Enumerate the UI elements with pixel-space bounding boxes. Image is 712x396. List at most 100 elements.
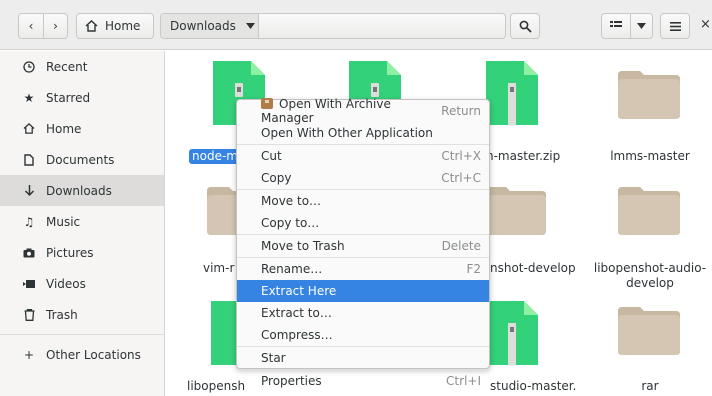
sidebar-item-label: Pictures bbox=[46, 245, 94, 260]
file-label: n-master.zip bbox=[486, 149, 561, 163]
sidebar-item-label: Music bbox=[46, 214, 81, 229]
view-mode-dropdown[interactable] bbox=[631, 13, 653, 39]
menu-item-label: Extract Here bbox=[261, 284, 337, 298]
path-bar: Downloads bbox=[160, 13, 506, 39]
download-icon bbox=[22, 184, 36, 197]
sidebar-item-starred[interactable]: ★ Starred bbox=[0, 82, 164, 113]
sidebar-item-label: Videos bbox=[46, 276, 86, 291]
menu-item-extract-here[interactable]: Extract Here bbox=[237, 280, 489, 302]
sidebar-item-videos[interactable]: Videos bbox=[0, 268, 164, 299]
search-button[interactable] bbox=[510, 13, 540, 39]
menu-item-move-to-trash[interactable]: Move to Trash Delete bbox=[237, 235, 489, 257]
sidebar-item-trash[interactable]: Trash bbox=[0, 299, 164, 330]
folder-icon bbox=[618, 307, 680, 355]
folder-icon bbox=[618, 187, 680, 235]
menu-item-accel: F2 bbox=[466, 262, 481, 276]
view-options-button[interactable] bbox=[601, 13, 631, 39]
zip-archive-icon bbox=[486, 301, 538, 365]
menu-item-label: Compress… bbox=[261, 328, 333, 342]
hamburger-icon bbox=[669, 21, 681, 31]
sidebar-item-label: Downloads bbox=[46, 183, 112, 198]
chevron-left-icon: ‹ bbox=[28, 19, 34, 33]
sidebar: Recent ★ Starred Home Documents Download… bbox=[0, 51, 165, 396]
sidebar-item-music[interactable]: ♫ Music bbox=[0, 206, 164, 237]
menu-item-accel: Ctrl+C bbox=[441, 171, 481, 185]
menu-item-label: Copy bbox=[261, 171, 292, 185]
dropdown-arrow-icon bbox=[245, 23, 255, 29]
menu-item-label: Open With Other Application bbox=[261, 126, 433, 140]
header-bar: ‹ › Home Downloads × bbox=[0, 0, 712, 50]
menu-item-label: Rename… bbox=[261, 262, 323, 276]
sidebar-item-label: Other Locations bbox=[46, 347, 141, 362]
sidebar-item-pictures[interactable]: Pictures bbox=[0, 237, 164, 268]
back-button[interactable]: ‹ bbox=[18, 13, 44, 39]
folder-label: libopenshot-audio-develop bbox=[593, 261, 707, 290]
sidebar-divider bbox=[0, 334, 164, 335]
clock-icon bbox=[22, 60, 36, 73]
folder-icon bbox=[618, 71, 680, 119]
list-view-icon bbox=[610, 21, 622, 27]
menu-item-label: Open With Archive Manager bbox=[261, 97, 391, 125]
menu-item-rename[interactable]: Rename… F2 bbox=[237, 258, 489, 280]
menu-item-copy-to[interactable]: Copy to… bbox=[237, 212, 489, 234]
sidebar-item-label: Trash bbox=[46, 307, 78, 322]
document-icon bbox=[22, 153, 36, 166]
menu-item-label: Extract to… bbox=[261, 306, 332, 320]
menu-item-compress[interactable]: Compress… bbox=[237, 324, 489, 346]
file-label: node-m bbox=[189, 149, 241, 164]
sidebar-item-label: Starred bbox=[46, 90, 91, 105]
sidebar-item-documents[interactable]: Documents bbox=[0, 144, 164, 175]
folder-label: lmms-master bbox=[610, 149, 690, 163]
menu-item-open-with-other[interactable]: Open With Other Application bbox=[237, 122, 489, 144]
sidebar-item-label: Recent bbox=[46, 59, 88, 74]
context-menu: Open With Archive Manager Return Open Wi… bbox=[236, 97, 490, 388]
close-icon[interactable]: × bbox=[700, 17, 711, 32]
menu-item-accel: Ctrl+X bbox=[441, 149, 481, 163]
camera-icon bbox=[22, 248, 36, 258]
sidebar-item-home[interactable]: Home bbox=[0, 113, 164, 144]
file-label: studio-master. bbox=[490, 379, 577, 393]
menu-item-accel: Delete bbox=[441, 239, 481, 253]
folder-item[interactable]: lmms-master bbox=[596, 61, 692, 171]
menu-item-move-to[interactable]: Move to… bbox=[237, 190, 489, 212]
menu-item-accel: Return bbox=[441, 104, 481, 118]
menu-item-label: Move to… bbox=[261, 194, 322, 208]
plus-icon: + bbox=[23, 347, 35, 362]
menu-item-label: Star bbox=[261, 351, 286, 365]
menu-item-cut[interactable]: Cut Ctrl+X bbox=[237, 145, 489, 167]
home-path-label: Home bbox=[105, 19, 141, 33]
folder-icon bbox=[484, 187, 546, 235]
menu-item-open-with-archive-manager[interactable]: Open With Archive Manager Return bbox=[237, 97, 489, 125]
video-icon bbox=[22, 279, 36, 288]
sidebar-item-recent[interactable]: Recent bbox=[0, 51, 164, 82]
chevron-down-icon bbox=[637, 23, 646, 29]
sidebar-item-label: Home bbox=[46, 121, 82, 136]
menu-item-extract-to[interactable]: Extract to… bbox=[237, 302, 489, 324]
menu-item-label: Copy to… bbox=[261, 216, 320, 230]
current-folder-crumb[interactable]: Downloads bbox=[161, 14, 259, 38]
menu-item-accel: Ctrl+I bbox=[446, 374, 481, 388]
menu-item-star[interactable]: Star bbox=[237, 347, 489, 369]
folder-label: nshot-develop bbox=[490, 261, 576, 275]
star-icon: ★ bbox=[23, 90, 35, 105]
home-path-button[interactable]: Home bbox=[76, 13, 154, 39]
trash-icon bbox=[22, 308, 36, 321]
menu-item-label: Cut bbox=[261, 149, 282, 163]
menu-item-label: Properties bbox=[261, 374, 322, 388]
sidebar-item-other-locations[interactable]: + Other Locations bbox=[0, 339, 164, 370]
folder-item[interactable]: libopenshot-audio-develop bbox=[594, 173, 706, 290]
sidebar-item-downloads[interactable]: Downloads bbox=[0, 175, 164, 206]
folder-item[interactable]: rar bbox=[596, 301, 692, 396]
main-menu-button[interactable] bbox=[660, 13, 690, 39]
search-icon bbox=[519, 20, 532, 33]
current-folder-label: Downloads bbox=[170, 19, 236, 33]
folder-label: rar bbox=[641, 379, 659, 393]
chevron-right-icon: › bbox=[53, 19, 58, 33]
home-icon bbox=[22, 123, 36, 134]
menu-item-label: Move to Trash bbox=[261, 239, 345, 253]
music-icon: ♫ bbox=[23, 214, 35, 229]
menu-item-copy[interactable]: Copy Ctrl+C bbox=[237, 167, 489, 189]
menu-item-properties[interactable]: Properties Ctrl+I bbox=[237, 370, 489, 392]
archive-icon bbox=[261, 98, 273, 109]
forward-button[interactable]: › bbox=[44, 13, 68, 39]
